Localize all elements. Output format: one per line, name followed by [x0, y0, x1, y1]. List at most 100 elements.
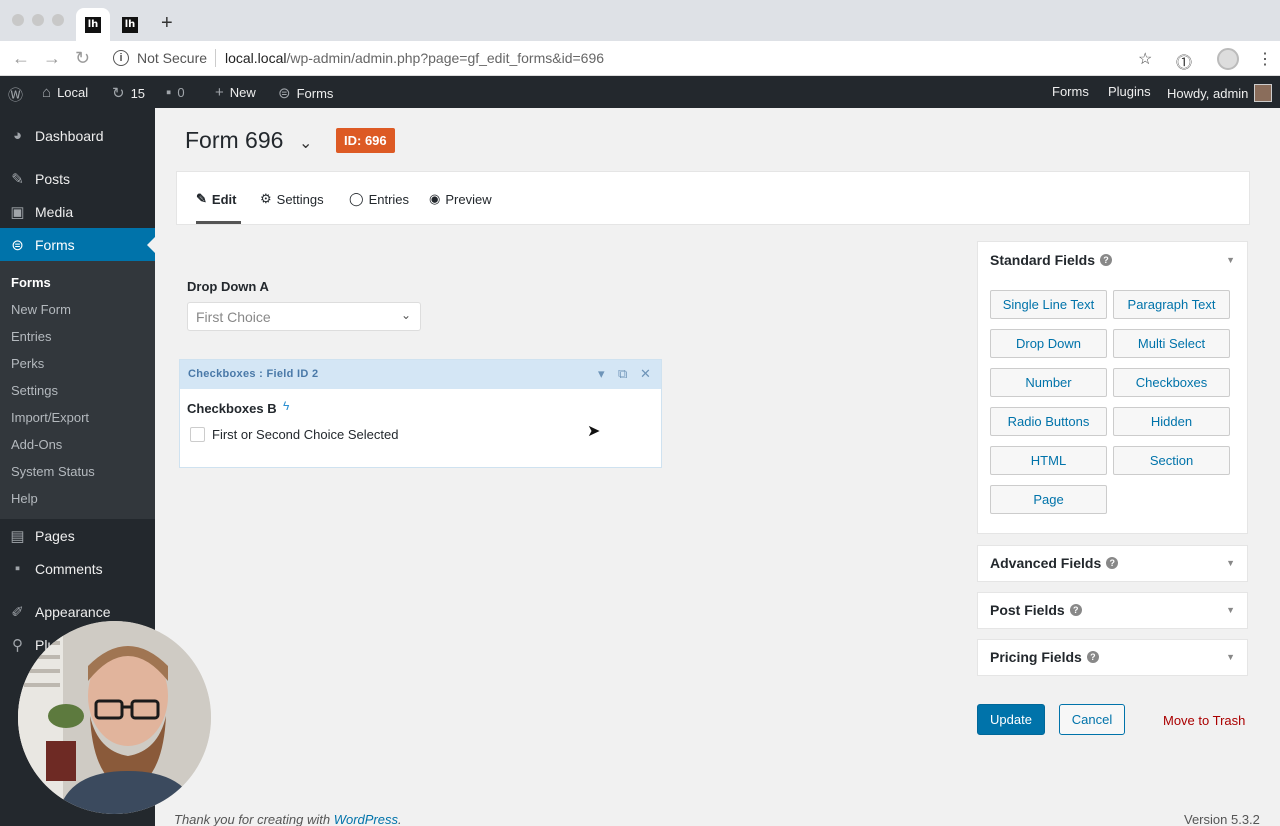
- standard-fields-header[interactable]: Standard Fields?: [990, 252, 1113, 268]
- extension-icon[interactable]: ⓵: [1176, 49, 1192, 73]
- form-toolbar: ✎ Edit ⚙ Settings ◯ Entries ◉ Preview: [176, 171, 1250, 225]
- forms-right-link[interactable]: Forms: [1052, 84, 1089, 99]
- advanced-fields-panel[interactable]: Advanced Fields? ▼: [977, 545, 1248, 582]
- url-input[interactable]: local.local/wp-admin/admin.php?page=gf_e…: [225, 50, 604, 66]
- plugins-right-link[interactable]: Plugins: [1108, 84, 1151, 99]
- browser-tab[interactable]: lh: [113, 8, 147, 41]
- submenu-add-ons[interactable]: Add-Ons: [11, 437, 62, 452]
- new-tab-plus-icon[interactable]: +: [161, 12, 173, 35]
- url-divider: [215, 49, 216, 67]
- site-favicon-icon: lh: [85, 16, 101, 33]
- gear-icon: ⚙: [260, 191, 272, 206]
- minimize-window-button[interactable]: [32, 14, 44, 26]
- add-section-button[interactable]: Section: [1113, 446, 1230, 475]
- active-tab-underline: [196, 221, 241, 224]
- sidebar-item-comments[interactable]: ▪ Comments: [0, 552, 155, 585]
- new-content-link[interactable]: + New: [215, 84, 256, 101]
- sidebar-item-dashboard[interactable]: ◕ Dashboard: [0, 119, 155, 152]
- add-multi-select-button[interactable]: Multi Select: [1113, 329, 1230, 358]
- dropdown-select[interactable]: First Choice ⌄: [187, 302, 421, 331]
- user-account-link[interactable]: Howdy, admin: [1167, 84, 1273, 102]
- site-name: Local: [57, 85, 89, 100]
- forms-icon: ⊜: [11, 236, 24, 254]
- panel-title: Advanced Fields: [990, 555, 1102, 571]
- panel-title: Standard Fields: [990, 252, 1096, 268]
- tab-edit[interactable]: ✎ Edit: [196, 191, 236, 207]
- add-drop-down-button[interactable]: Drop Down: [990, 329, 1107, 358]
- form-switcher-chevron-down-icon[interactable]: ⌄: [299, 133, 312, 153]
- submenu-settings[interactable]: Settings: [11, 383, 58, 398]
- submenu-entries[interactable]: Entries: [11, 329, 51, 344]
- updates-count: 15: [130, 85, 146, 101]
- add-radio-buttons-button[interactable]: Radio Buttons: [990, 407, 1107, 436]
- reload-icon[interactable]: ↻: [75, 48, 90, 69]
- submenu-perks[interactable]: Perks: [11, 356, 44, 371]
- home-icon: ⌂: [42, 84, 52, 101]
- add-hidden-button[interactable]: Hidden: [1113, 407, 1230, 436]
- sidebar-item-pages[interactable]: ▤ Pages: [0, 519, 155, 552]
- tab-settings-label: Settings: [276, 191, 324, 207]
- sidebar-item-forms[interactable]: ⊜ Forms: [0, 228, 155, 261]
- address-bar: ← → ↻ i Not Secure local.local/wp-admin/…: [0, 41, 1280, 76]
- panel-caret-icon: ▼: [1226, 605, 1235, 615]
- site-name-link[interactable]: ⌂ Local: [42, 84, 88, 101]
- forms-label: Forms: [296, 85, 334, 101]
- delete-close-icon[interactable]: ✕: [640, 366, 651, 382]
- eye-icon: ◉: [429, 191, 441, 206]
- help-question-icon[interactable]: ?: [1106, 557, 1119, 569]
- wordpress-logo-icon[interactable]: Ⓦ: [8, 84, 23, 105]
- new-label: New: [229, 85, 256, 100]
- submenu-new-form[interactable]: New Form: [11, 302, 71, 317]
- add-page-button[interactable]: Page: [990, 485, 1107, 514]
- collapse-caret-icon[interactable]: ▾: [598, 366, 605, 382]
- back-arrow-icon[interactable]: ←: [12, 48, 30, 69]
- post-fields-panel[interactable]: Post Fields? ▼: [977, 592, 1248, 629]
- dashboard-icon: ◕: [12, 127, 23, 144]
- submenu-forms[interactable]: Forms: [11, 275, 51, 290]
- plus-icon: +: [215, 84, 224, 101]
- browser-profile-avatar[interactable]: [1217, 48, 1239, 70]
- move-to-trash-link[interactable]: Move to Trash: [1163, 713, 1245, 728]
- submenu-system-status[interactable]: System Status: [11, 464, 95, 479]
- info-icon[interactable]: i: [113, 50, 129, 66]
- media-icon: ▣: [10, 203, 25, 221]
- pricing-fields-panel[interactable]: Pricing Fields? ▼: [977, 639, 1248, 676]
- add-single-line-text-button[interactable]: Single Line Text: [990, 290, 1107, 319]
- dropdown-field-label: Drop Down A: [187, 279, 269, 294]
- dropdown-selected-value: First Choice: [196, 309, 271, 325]
- add-checkboxes-button[interactable]: Checkboxes: [1113, 368, 1230, 397]
- forward-arrow-icon[interactable]: →: [43, 48, 61, 69]
- duplicate-icon[interactable]: ⧉: [618, 366, 627, 382]
- panel-caret-icon[interactable]: ▼: [1226, 255, 1235, 265]
- comments-link[interactable]: ▪ 0: [166, 84, 185, 101]
- sidebar-item-media[interactable]: ▣ Media: [0, 195, 155, 228]
- checkbox-input[interactable]: [190, 427, 205, 442]
- sidebar-item-label: Forms: [35, 236, 75, 253]
- update-button[interactable]: Update: [977, 704, 1045, 735]
- wordpress-link[interactable]: WordPress: [334, 812, 398, 826]
- submenu-help[interactable]: Help: [11, 491, 38, 506]
- browser-menu-icon[interactable]: ⋮: [1257, 49, 1273, 69]
- sidebar-item-posts[interactable]: ✎ Posts: [0, 162, 155, 195]
- help-question-icon[interactable]: ?: [1100, 254, 1113, 266]
- maximize-window-button[interactable]: [52, 14, 64, 26]
- bookmark-star-icon[interactable]: ☆: [1138, 49, 1152, 69]
- forms-adminbar-link[interactable]: ⊜ Forms: [278, 84, 333, 102]
- sidebar-item-label: Media: [35, 203, 74, 220]
- browser-tab-active[interactable]: lh: [76, 8, 110, 41]
- tab-preview[interactable]: ◉ Preview: [429, 191, 492, 207]
- cancel-button[interactable]: Cancel: [1059, 704, 1125, 735]
- footer-thanks: Thank you for creating with WordPress.: [174, 812, 402, 826]
- sidebar-item-label: Comments: [35, 560, 103, 577]
- add-number-button[interactable]: Number: [990, 368, 1107, 397]
- add-html-button[interactable]: HTML: [990, 446, 1107, 475]
- tab-entries[interactable]: ◯ Entries: [349, 191, 409, 207]
- security-label[interactable]: Not Secure: [137, 50, 207, 66]
- updates-link[interactable]: ↻ 15: [112, 84, 145, 102]
- close-window-button[interactable]: [12, 14, 24, 26]
- add-paragraph-text-button[interactable]: Paragraph Text: [1113, 290, 1230, 319]
- help-question-icon[interactable]: ?: [1086, 651, 1099, 663]
- help-question-icon[interactable]: ?: [1069, 604, 1082, 616]
- tab-settings[interactable]: ⚙ Settings: [260, 191, 324, 207]
- submenu-import-export[interactable]: Import/Export: [11, 410, 89, 425]
